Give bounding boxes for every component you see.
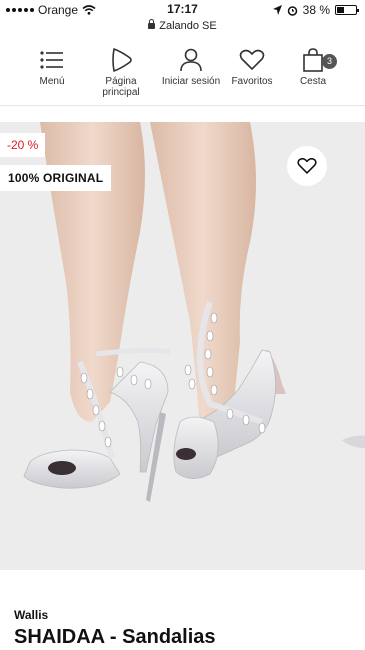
top-navigation: Menú Página principal Iniciar sesión Fav… bbox=[0, 44, 365, 106]
bag-icon bbox=[303, 48, 323, 72]
location-icon bbox=[272, 5, 282, 15]
menu-icon bbox=[40, 51, 63, 69]
battery-icon bbox=[335, 5, 359, 15]
product-title: SHAIDAA - Sandalias bbox=[14, 626, 216, 648]
discount-badge: -20 % bbox=[0, 133, 46, 157]
nav-home[interactable]: Página principal bbox=[86, 44, 156, 98]
user-icon bbox=[180, 48, 202, 72]
nav-cart[interactable]: 3 Cesta bbox=[278, 44, 348, 87]
cart-count-badge: 3 bbox=[322, 54, 337, 69]
status-right: 38 % bbox=[272, 3, 359, 17]
nav-menu[interactable]: Menú bbox=[17, 44, 87, 87]
nav-favorites-label: Favoritos bbox=[231, 76, 273, 87]
nav-menu-label: Menú bbox=[39, 76, 65, 87]
status-bar: Orange 17:17 38 % bbox=[0, 0, 365, 20]
product-brand[interactable]: Wallis bbox=[14, 608, 48, 622]
nav-cart-label: Cesta bbox=[299, 76, 327, 87]
heart-icon bbox=[239, 49, 265, 70]
add-to-favorites-button[interactable] bbox=[287, 146, 327, 186]
url-text: Zalando SE bbox=[159, 20, 217, 32]
nav-login[interactable]: Iniciar sesión bbox=[156, 44, 226, 87]
zalando-logo-icon bbox=[112, 48, 132, 72]
battery-percent: 38 % bbox=[302, 3, 330, 17]
nav-favorites[interactable]: Favoritos bbox=[217, 44, 287, 87]
alarm-icon bbox=[287, 5, 297, 16]
browser-url-bar[interactable]: Zalando SE bbox=[0, 19, 365, 36]
lock-icon bbox=[148, 19, 156, 29]
nav-login-label: Iniciar sesión bbox=[161, 76, 221, 87]
heart-icon bbox=[297, 157, 317, 174]
original-badge: 100% ORIGINAL bbox=[0, 165, 112, 191]
nav-home-label: Página principal bbox=[102, 76, 140, 98]
